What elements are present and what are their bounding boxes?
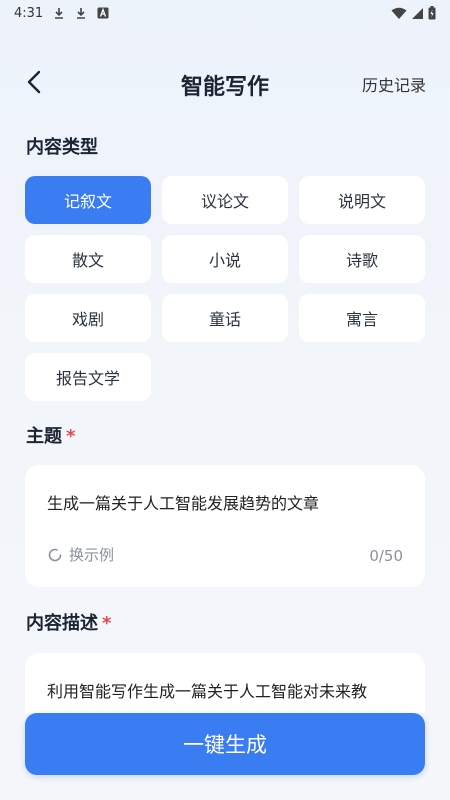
signal-icon bbox=[412, 7, 423, 19]
font-app-icon bbox=[97, 7, 109, 19]
generate-button[interactable]: 一键生成 bbox=[25, 713, 425, 775]
content-type-label: 内容类型 bbox=[26, 137, 98, 158]
type-option[interactable]: 记叙文 bbox=[25, 176, 151, 224]
refresh-icon bbox=[48, 548, 62, 561]
wifi-icon bbox=[391, 7, 407, 19]
type-option[interactable]: 诗歌 bbox=[299, 235, 425, 283]
status-bar: 4:31 bbox=[0, 0, 450, 26]
description-card: 利用智能写作生成一篇关于人工智能对未来教 bbox=[25, 653, 425, 713]
required-mark: * bbox=[102, 613, 112, 634]
type-option[interactable]: 散文 bbox=[25, 235, 151, 283]
topic-label-text: 主题 bbox=[26, 426, 62, 447]
type-option[interactable]: 寓言 bbox=[299, 294, 425, 342]
status-time: 4:31 bbox=[14, 5, 44, 21]
required-mark: * bbox=[66, 426, 76, 447]
swap-example-button[interactable]: 换示例 bbox=[47, 544, 114, 565]
char-count: 0/50 bbox=[369, 547, 403, 565]
content-type-grid: 记叙文 议论文 说明文 散文 小说 诗歌 戏剧 童话 寓言 报告文学 bbox=[25, 176, 425, 401]
type-option[interactable]: 报告文学 bbox=[25, 353, 151, 401]
history-button[interactable]: 历史记录 bbox=[362, 72, 426, 96]
topic-input[interactable]: 生成一篇关于人工智能发展趋势的文章 bbox=[47, 490, 319, 514]
swap-example-label: 换示例 bbox=[69, 546, 115, 564]
type-option[interactable]: 议论文 bbox=[162, 176, 288, 224]
download-icon bbox=[55, 8, 64, 19]
topic-card: 生成一篇关于人工智能发展趋势的文章 换示例 0/50 bbox=[25, 465, 425, 587]
description-label: 内容描述 * bbox=[26, 609, 111, 635]
topic-label: 主题 * bbox=[26, 422, 75, 448]
type-option[interactable]: 戏剧 bbox=[25, 294, 151, 342]
description-label-text: 内容描述 bbox=[26, 613, 98, 634]
description-input[interactable]: 利用智能写作生成一篇关于人工智能对未来教 bbox=[47, 678, 367, 702]
header: 智能写作 历史记录 bbox=[0, 56, 450, 108]
type-option[interactable]: 童话 bbox=[162, 294, 288, 342]
battery-icon bbox=[428, 6, 436, 20]
download-icon bbox=[77, 8, 86, 19]
type-option[interactable]: 小说 bbox=[162, 235, 288, 283]
type-option[interactable]: 说明文 bbox=[299, 176, 425, 224]
